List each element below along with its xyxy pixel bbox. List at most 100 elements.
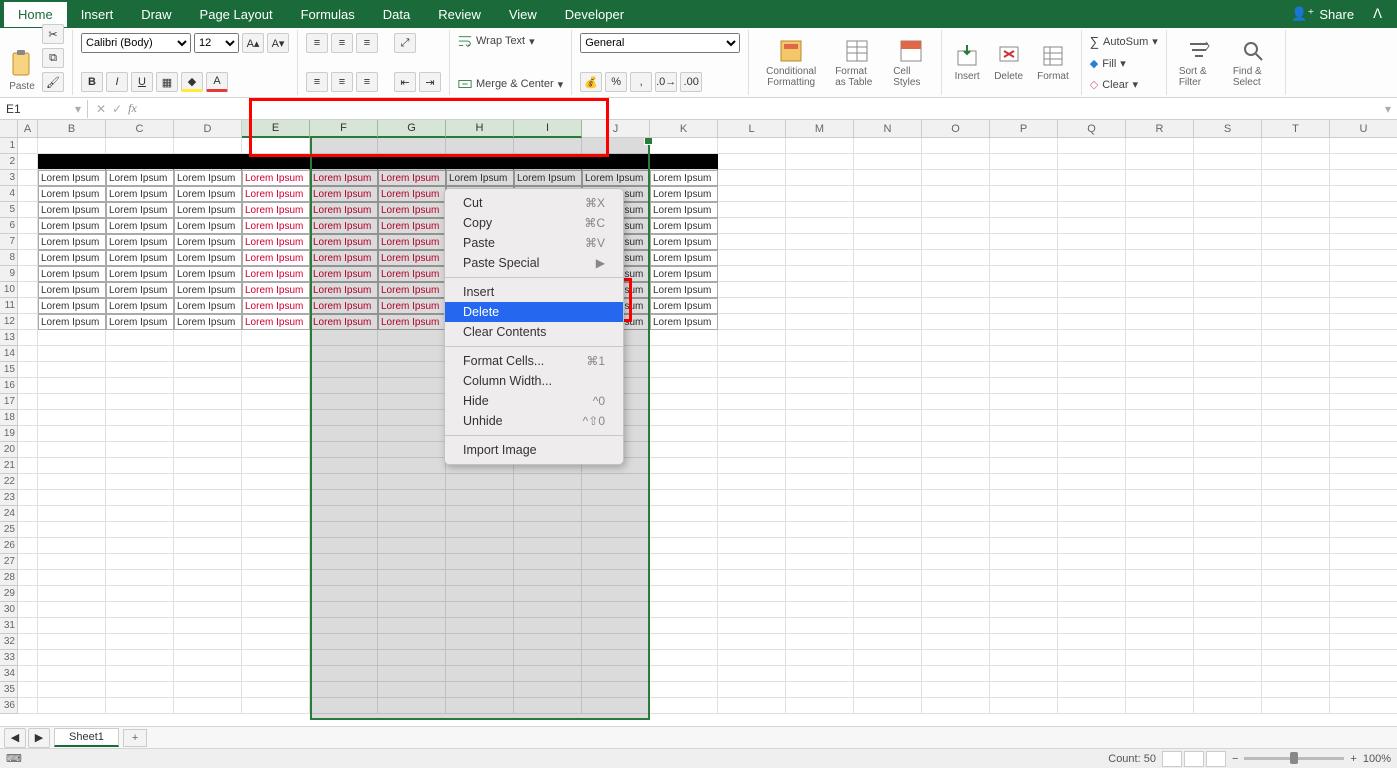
cell-Q10[interactable] <box>1058 282 1126 298</box>
cell-B31[interactable] <box>38 618 106 634</box>
cell-J23[interactable] <box>582 490 650 506</box>
cell-T7[interactable] <box>1262 234 1330 250</box>
cell-S13[interactable] <box>1194 330 1262 346</box>
cell-Q21[interactable] <box>1058 458 1126 474</box>
cell-T31[interactable] <box>1262 618 1330 634</box>
cell-A29[interactable] <box>18 586 38 602</box>
cell-B6[interactable]: Lorem Ipsum <box>38 218 106 234</box>
formula-input[interactable] <box>145 100 1379 118</box>
cell-D18[interactable] <box>174 410 242 426</box>
expand-formula-icon[interactable]: ▾ <box>1385 102 1391 116</box>
cell-H2[interactable] <box>446 154 514 170</box>
cell-T18[interactable] <box>1262 410 1330 426</box>
cell-R13[interactable] <box>1126 330 1194 346</box>
cell-P22[interactable] <box>990 474 1058 490</box>
cell-E22[interactable] <box>242 474 310 490</box>
cell-G35[interactable] <box>378 682 446 698</box>
cell-K32[interactable] <box>650 634 718 650</box>
cell-K8[interactable]: Lorem Ipsum <box>650 250 718 266</box>
col-header-I[interactable]: I <box>514 120 582 138</box>
sheet-next-button[interactable]: ▶ <box>28 728 50 748</box>
align-middle-button[interactable]: ≡ <box>331 33 353 53</box>
cell-O32[interactable] <box>922 634 990 650</box>
cell-F16[interactable] <box>310 378 378 394</box>
cell-G24[interactable] <box>378 506 446 522</box>
cell-E5[interactable]: Lorem Ipsum <box>242 202 310 218</box>
row-header-12[interactable]: 12 <box>0 314 18 330</box>
cell-E6[interactable]: Lorem Ipsum <box>242 218 310 234</box>
cell-L3[interactable] <box>718 170 786 186</box>
cell-T22[interactable] <box>1262 474 1330 490</box>
cell-F32[interactable] <box>310 634 378 650</box>
cell-C25[interactable] <box>106 522 174 538</box>
ctx-item-clear-contents[interactable]: Clear Contents <box>445 322 623 342</box>
cell-L18[interactable] <box>718 410 786 426</box>
col-header-T[interactable]: T <box>1262 120 1330 138</box>
cell-M23[interactable] <box>786 490 854 506</box>
cell-A20[interactable] <box>18 442 38 458</box>
cell-E8[interactable]: Lorem Ipsum <box>242 250 310 266</box>
cell-Q16[interactable] <box>1058 378 1126 394</box>
cell-O33[interactable] <box>922 650 990 666</box>
cell-P23[interactable] <box>990 490 1058 506</box>
col-header-A[interactable]: A <box>18 120 38 138</box>
cell-C2[interactable] <box>106 154 174 170</box>
cell-B16[interactable] <box>38 378 106 394</box>
font-name-select[interactable]: Calibri (Body) <box>81 33 191 53</box>
cell-D19[interactable] <box>174 426 242 442</box>
cell-Q29[interactable] <box>1058 586 1126 602</box>
cell-S20[interactable] <box>1194 442 1262 458</box>
cell-E33[interactable] <box>242 650 310 666</box>
cell-N1[interactable] <box>854 138 922 154</box>
cell-U10[interactable] <box>1330 282 1397 298</box>
align-right-button[interactable]: ≡ <box>356 72 378 92</box>
increase-font-button[interactable]: A▴ <box>242 33 264 53</box>
cell-C34[interactable] <box>106 666 174 682</box>
cell-J24[interactable] <box>582 506 650 522</box>
cell-A24[interactable] <box>18 506 38 522</box>
cell-D34[interactable] <box>174 666 242 682</box>
cell-F3[interactable]: Lorem Ipsum <box>310 170 378 186</box>
sheet-prev-button[interactable]: ◀ <box>4 728 26 748</box>
cell-F31[interactable] <box>310 618 378 634</box>
cell-R23[interactable] <box>1126 490 1194 506</box>
row-header-8[interactable]: 8 <box>0 250 18 266</box>
cell-T32[interactable] <box>1262 634 1330 650</box>
cell-H31[interactable] <box>446 618 514 634</box>
cell-O28[interactable] <box>922 570 990 586</box>
cell-J34[interactable] <box>582 666 650 682</box>
cell-L20[interactable] <box>718 442 786 458</box>
cell-G18[interactable] <box>378 410 446 426</box>
cell-E26[interactable] <box>242 538 310 554</box>
cell-R15[interactable] <box>1126 362 1194 378</box>
cell-A16[interactable] <box>18 378 38 394</box>
zoom-slider[interactable] <box>1244 757 1344 760</box>
cell-N15[interactable] <box>854 362 922 378</box>
cell-R9[interactable] <box>1126 266 1194 282</box>
comma-button[interactable]: , <box>630 72 652 92</box>
cell-U23[interactable] <box>1330 490 1397 506</box>
cell-E29[interactable] <box>242 586 310 602</box>
cell-O8[interactable] <box>922 250 990 266</box>
cell-L23[interactable] <box>718 490 786 506</box>
row-header-1[interactable]: 1 <box>0 138 18 154</box>
cell-G12[interactable]: Lorem Ipsum <box>378 314 446 330</box>
col-header-P[interactable]: P <box>990 120 1058 138</box>
cell-J29[interactable] <box>582 586 650 602</box>
row-header-4[interactable]: 4 <box>0 186 18 202</box>
cell-A13[interactable] <box>18 330 38 346</box>
cell-N8[interactable] <box>854 250 922 266</box>
col-header-E[interactable]: E <box>242 120 310 138</box>
cell-P3[interactable] <box>990 170 1058 186</box>
cell-K1[interactable] <box>650 138 718 154</box>
cell-G15[interactable] <box>378 362 446 378</box>
cell-I36[interactable] <box>514 698 582 714</box>
col-header-S[interactable]: S <box>1194 120 1262 138</box>
cell-L9[interactable] <box>718 266 786 282</box>
cell-B24[interactable] <box>38 506 106 522</box>
clear-button[interactable]: ◇ Clear ▾ <box>1090 77 1158 92</box>
ctx-item-import-image[interactable]: Import Image <box>445 440 623 460</box>
cell-G9[interactable]: Lorem Ipsum <box>378 266 446 282</box>
cell-M21[interactable] <box>786 458 854 474</box>
cell-A7[interactable] <box>18 234 38 250</box>
